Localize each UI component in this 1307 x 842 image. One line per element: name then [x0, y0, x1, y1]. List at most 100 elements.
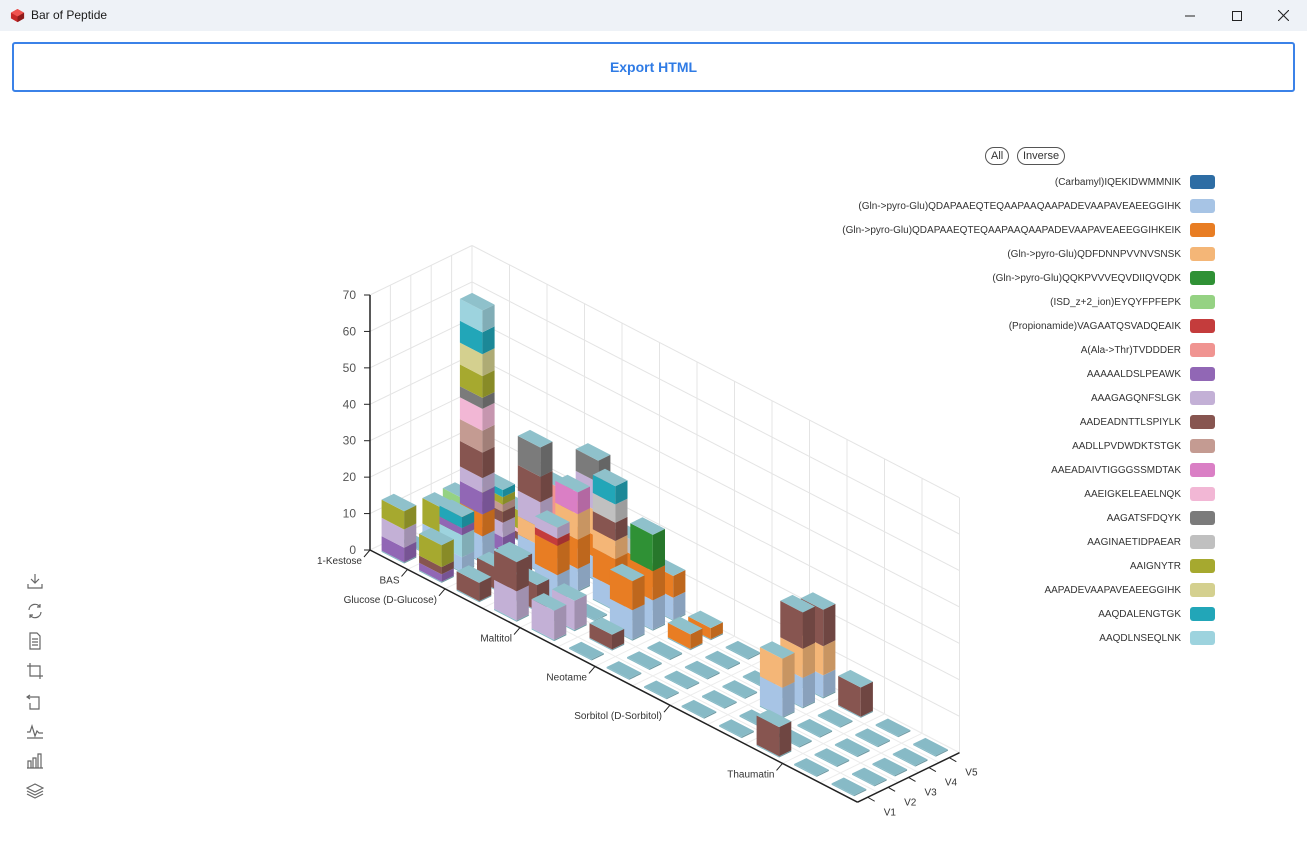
legend-item[interactable]: AAQDLNSEQLNK — [795, 628, 1215, 652]
x-axis-tick — [588, 666, 596, 674]
legend-item[interactable]: A(Ala->Thr)TVDDDER — [795, 340, 1215, 364]
bar-segment-side — [574, 594, 587, 630]
legend-item[interactable]: (Gln->pyro-Glu)QQKPVVVEQVDIIQVQDK — [795, 268, 1215, 292]
z-tick-label: 50 — [343, 361, 357, 375]
bar-segment-side — [577, 533, 590, 569]
x-axis-tick — [776, 763, 783, 771]
z-gridline — [369, 354, 473, 405]
x-tick-label: BAS — [379, 575, 399, 586]
download-icon[interactable] — [26, 572, 44, 590]
x-tick-label: Sorbitol (D-Sorbitol) — [574, 711, 662, 722]
bar-column — [381, 493, 417, 564]
legend: (Carbamyl)IQEKIDWMMNIK (Gln->pyro-Glu)QDA… — [795, 172, 1215, 652]
legend-item-label: (Gln->pyro-Glu)QDAPAAEQTEQAAPAAQAAPADEVA… — [858, 201, 1181, 212]
legend-item[interactable]: AAEIGKELEAELNQK — [795, 484, 1215, 508]
window-title: Bar of Peptide — [31, 8, 108, 22]
legend-item[interactable]: AAGATSFDQYK — [795, 508, 1215, 532]
empty-cell — [569, 641, 604, 661]
legend-swatch — [1190, 319, 1215, 333]
z-gridline — [369, 427, 473, 478]
y-tick-label: V2 — [904, 797, 917, 808]
z-gridline — [369, 245, 473, 296]
legend-item[interactable]: (Gln->pyro-Glu)QDFDNNPVVNVSNSK — [795, 244, 1215, 268]
legend-swatch — [1190, 583, 1215, 597]
y-tick-label: V3 — [925, 787, 938, 798]
empty-cell — [705, 650, 740, 670]
bar-segment-side — [554, 604, 567, 640]
legend-swatch — [1190, 199, 1215, 213]
stack-icon[interactable] — [26, 782, 44, 800]
bar-segment-side — [516, 556, 529, 592]
legend-swatch — [1190, 271, 1215, 285]
bar-column — [759, 641, 795, 719]
legend-item[interactable]: AADLLPVDWDKTSTGK — [795, 436, 1215, 460]
x-axis-tick — [663, 704, 671, 713]
legend-item[interactable]: AAQDALENGTGK — [795, 604, 1215, 628]
data-view-icon[interactable] — [26, 632, 44, 650]
empty-cell — [875, 718, 911, 738]
legend-swatch — [1190, 391, 1215, 405]
minimize-icon — [1185, 15, 1195, 16]
empty-cell — [913, 737, 948, 757]
minimize-button[interactable] — [1167, 0, 1213, 31]
legend-inverse-button[interactable]: Inverse — [1017, 147, 1066, 165]
legend-item[interactable]: (Gln->pyro-Glu)QDAPAAEQTEQAAPAAQAAPADEVA… — [795, 196, 1215, 220]
close-button[interactable] — [1260, 0, 1306, 31]
x-tick-label: Maltitol — [480, 634, 512, 645]
maximize-button[interactable] — [1214, 0, 1260, 31]
legend-item[interactable]: AAPADEVAAPAVEAEEGGIHK — [795, 580, 1215, 604]
y-tick-label: V4 — [945, 778, 958, 789]
zoom-icon[interactable] — [26, 662, 44, 680]
empty-cell — [644, 680, 679, 700]
empty-cell — [702, 690, 737, 709]
z-tick-label: 20 — [343, 470, 357, 484]
legend-item-label: (Gln->pyro-Glu)QDAPAAEQTEQAAPAAQAAPADEVA… — [842, 225, 1181, 236]
legend-item[interactable]: AADEADNTTLSPIYLK — [795, 412, 1215, 436]
bar-segment-side — [802, 672, 815, 708]
legend-item[interactable]: (Gln->pyro-Glu)QDAPAAEQTEQAAPAAQAAPADEVA… — [795, 220, 1215, 244]
empty-cell — [725, 640, 761, 660]
empty-cell — [852, 767, 887, 787]
legend-item[interactable]: AAAAALDSLPEAWK — [795, 364, 1215, 388]
empty-cell — [681, 699, 717, 719]
legend-all-button[interactable]: All — [985, 147, 1010, 165]
x-tick-label: 1-Kestose — [317, 556, 362, 567]
bar-chart-icon[interactable] — [26, 752, 44, 770]
zoom-reset-icon[interactable] — [26, 692, 44, 710]
bar-segment-side — [782, 652, 795, 688]
export-html-button[interactable]: Export HTML — [12, 42, 1295, 92]
legend-swatch — [1190, 175, 1215, 189]
empty-cell — [719, 719, 754, 739]
x-axis-tick — [438, 588, 446, 597]
legend-item[interactable]: AAGINAETIDPAEAR — [795, 532, 1215, 556]
legend-swatch — [1190, 559, 1215, 573]
legend-swatch — [1190, 535, 1215, 549]
empty-cell — [872, 757, 908, 777]
z-tick-label: 0 — [349, 543, 356, 557]
line-chart-icon[interactable] — [26, 722, 44, 740]
bar-column — [838, 669, 873, 718]
legend-item[interactable]: AAAGAGQNFSLGK — [795, 388, 1215, 412]
empty-cell — [684, 660, 720, 680]
empty-cell — [722, 680, 758, 699]
legend-swatch — [1190, 631, 1215, 645]
empty-cell — [814, 748, 850, 767]
bar-segment-side — [632, 575, 645, 611]
y-axis-tick — [908, 777, 916, 782]
bar-segment-side — [652, 528, 665, 572]
legend-item[interactable]: (Propionamide)VAGAATQSVADQEAIK — [795, 316, 1215, 340]
refresh-icon[interactable] — [26, 602, 44, 620]
z-tick-label: 60 — [343, 324, 357, 338]
legend-item[interactable]: AAEADAIVTIGGGSSMDTAK — [795, 460, 1215, 484]
bar-segment-side — [632, 604, 645, 640]
legend-swatch — [1190, 343, 1215, 357]
empty-cell — [627, 651, 662, 670]
bar-segment-side — [779, 721, 792, 757]
legend-item[interactable]: AAIGNYTR — [795, 556, 1215, 580]
legend-swatch — [1190, 511, 1215, 525]
close-icon — [1277, 10, 1289, 21]
chart-toolbox — [26, 572, 44, 812]
legend-item[interactable]: (Carbamyl)IQEKIDWMMNIK — [795, 172, 1215, 196]
z-gridline — [369, 317, 473, 369]
legend-item[interactable]: (ISD_z+2_ion)EYQYFPFEPK — [795, 292, 1215, 316]
